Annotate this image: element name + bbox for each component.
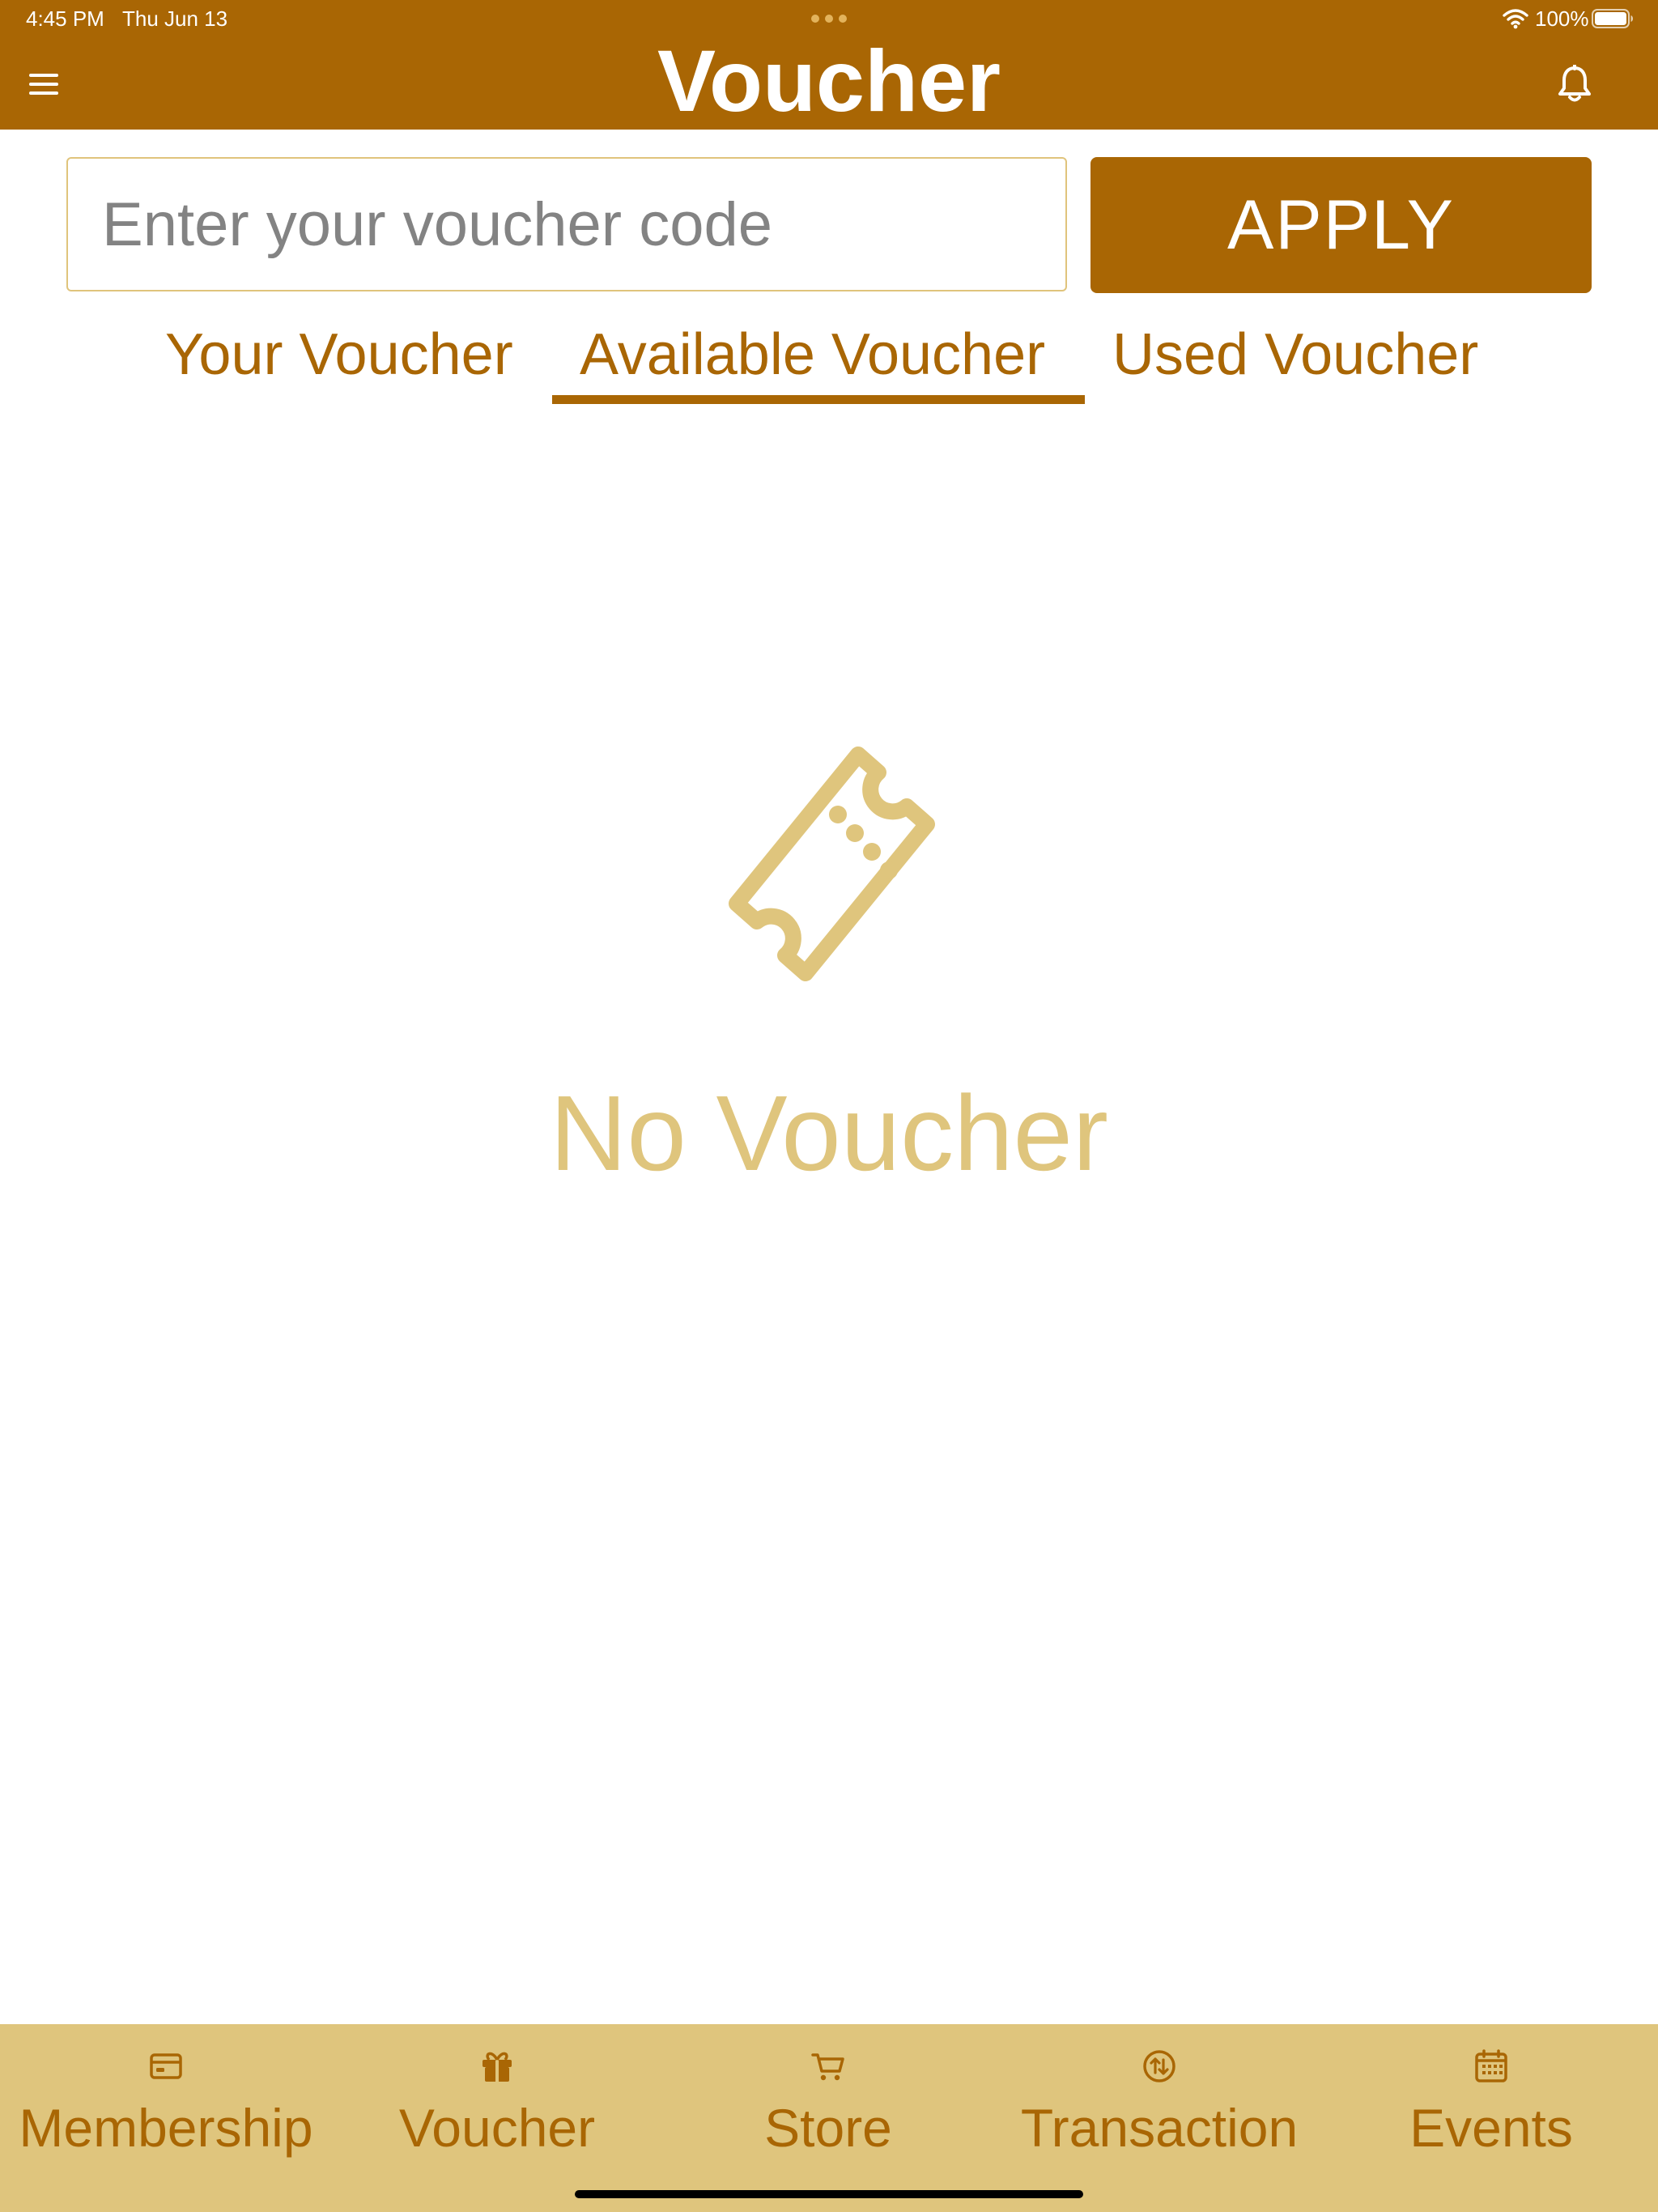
nav-transaction[interactable]: Transaction bbox=[993, 2048, 1325, 2162]
nav-events-label: Events bbox=[1409, 2098, 1573, 2158]
nav-voucher-label: Voucher bbox=[398, 2098, 596, 2158]
voucher-code-input[interactable] bbox=[66, 157, 1067, 291]
wifi-icon bbox=[1503, 9, 1528, 29]
voucher-tabs: Your Voucher Available Voucher Used Vouc… bbox=[0, 316, 1658, 413]
active-tab-indicator bbox=[552, 395, 1085, 404]
page-title: Voucher bbox=[657, 32, 1001, 130]
nav-store-label: Store bbox=[764, 2098, 892, 2158]
status-time: 4:45 PM bbox=[26, 6, 104, 31]
tab-available-voucher[interactable]: Available Voucher bbox=[580, 316, 1045, 393]
nav-voucher[interactable]: Voucher bbox=[331, 2048, 663, 2162]
battery-icon bbox=[1592, 9, 1633, 28]
bottom-tab-bar: Membership Voucher Store Transaction Eve… bbox=[0, 2024, 1658, 2212]
multitasking-dots-icon[interactable] bbox=[811, 15, 847, 23]
card-icon bbox=[150, 2053, 182, 2079]
empty-state-message: No Voucher bbox=[550, 1074, 1108, 1193]
nav-membership[interactable]: Membership bbox=[0, 2048, 332, 2162]
home-indicator[interactable] bbox=[575, 2190, 1083, 2198]
gift-icon bbox=[483, 2052, 512, 2082]
exchange-icon bbox=[1143, 2050, 1175, 2082]
nav-events[interactable]: Events bbox=[1325, 2048, 1657, 2162]
nav-membership-label: Membership bbox=[19, 2098, 313, 2158]
cart-icon bbox=[811, 2053, 844, 2081]
notifications-button[interactable] bbox=[1556, 64, 1593, 104]
calendar-icon bbox=[1475, 2049, 1507, 2082]
nav-transaction-label: Transaction bbox=[1020, 2098, 1299, 2158]
top-header: 4:45 PM Thu Jun 13 100% Voucher bbox=[0, 0, 1658, 130]
tab-used-voucher[interactable]: Used Voucher bbox=[1112, 316, 1478, 393]
apply-button[interactable]: APPLY bbox=[1090, 157, 1592, 293]
nav-store[interactable]: Store bbox=[662, 2048, 994, 2162]
bell-icon bbox=[1558, 64, 1591, 102]
status-date: Thu Jun 13 bbox=[122, 6, 228, 31]
ticket-icon bbox=[729, 747, 935, 981]
tab-your-voucher[interactable]: Your Voucher bbox=[165, 316, 513, 393]
battery-percentage: 100% bbox=[1535, 6, 1589, 31]
